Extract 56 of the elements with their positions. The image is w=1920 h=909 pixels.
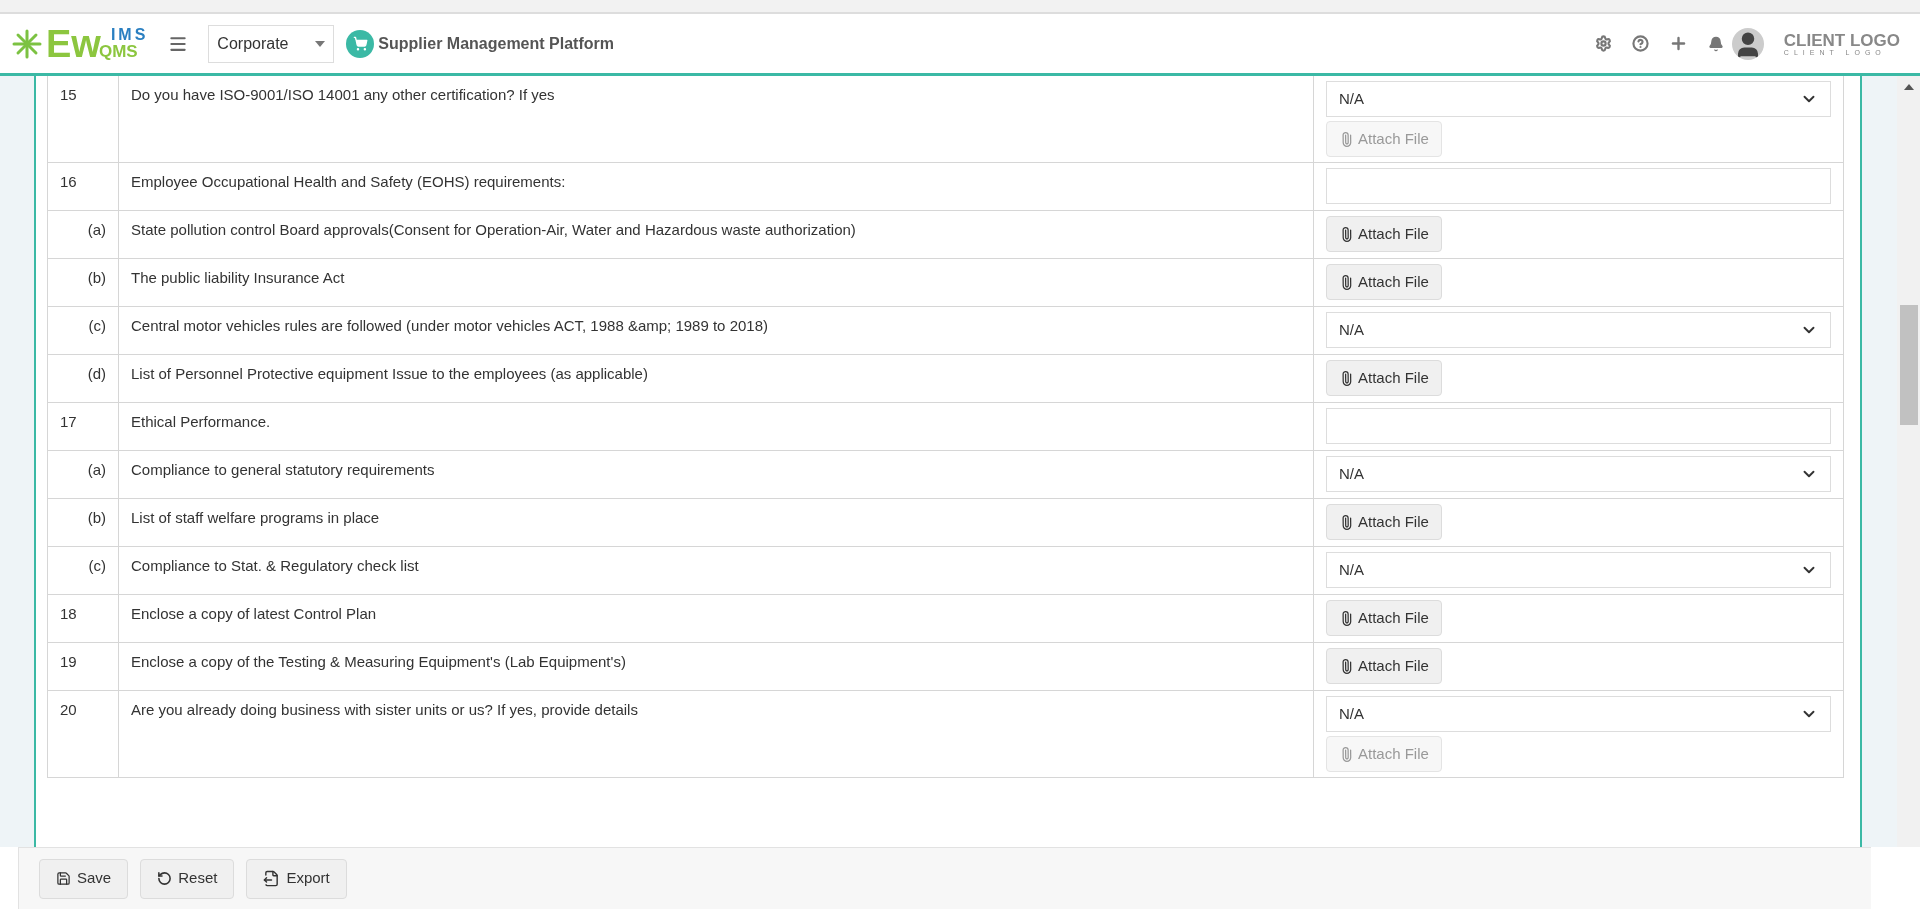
answer-select[interactable]: N/A	[1326, 456, 1831, 492]
cart-icon	[346, 29, 375, 58]
question-text: Ethical Performance.	[119, 403, 1314, 450]
question-text: Central motor vehicles rules are followed (under motor vehicles ACT, 1988 &amp; 1989 to 2018)	[119, 307, 1314, 354]
question-text: Compliance to Stat. & Regulatory check list	[119, 547, 1314, 594]
question-text: List of staff welfare programs in place	[119, 499, 1314, 546]
row-number: (a)	[48, 211, 119, 258]
row-number: 19	[48, 643, 119, 690]
answer-select[interactable]: N/A	[1326, 312, 1831, 348]
avatar-icon[interactable]	[1731, 27, 1764, 60]
input-field[interactable]	[1326, 168, 1831, 204]
row-number: (d)	[48, 355, 119, 402]
attach-file-button[interactable]: Attach File	[1326, 600, 1442, 636]
question-text: Enclose a copy of the Testing & Measuring Equipment's (Lab Equipment's)	[119, 643, 1314, 690]
question-text: Are you already doing business with sister units or us? If yes, provide details	[119, 691, 1314, 777]
undo-icon	[157, 871, 173, 886]
bell-icon[interactable]	[1707, 35, 1724, 52]
save-button[interactable]: Save	[39, 858, 129, 899]
answer-select[interactable]: N/A	[1326, 81, 1831, 117]
help-icon[interactable]	[1631, 35, 1649, 52]
row-number: 20	[48, 691, 119, 777]
question-text: The public liability Insurance Act	[119, 259, 1314, 306]
settings-icon[interactable]	[1594, 35, 1612, 52]
attach-file-button[interactable]: Attach File	[1326, 504, 1442, 540]
reset-button[interactable]: Reset	[140, 858, 235, 899]
row-number: 15	[48, 76, 119, 162]
row-number: (c)	[48, 307, 119, 354]
attach-file-button[interactable]: Attach File	[1326, 648, 1442, 684]
question-text: Compliance to general statutory requirements	[119, 451, 1314, 498]
answer-select[interactable]: N/A	[1326, 552, 1831, 588]
row-number: (b)	[48, 499, 119, 546]
input-field[interactable]	[1326, 408, 1831, 444]
scrollbar[interactable]	[1897, 76, 1920, 847]
export-button[interactable]: Export	[246, 858, 347, 899]
attach-file-button[interactable]: Attach File	[1326, 264, 1442, 300]
row-number: 16	[48, 163, 119, 210]
asterisk-icon	[12, 28, 42, 59]
attach-file-button[interactable]: Attach File	[1326, 360, 1442, 396]
file-export-icon	[263, 870, 281, 887]
row-number: (b)	[48, 259, 119, 306]
module-title: Supplier Management Platform	[378, 33, 614, 54]
unit-select[interactable]: Corporate	[208, 24, 335, 63]
scroll-up-icon[interactable]	[1903, 84, 1914, 90]
caret-down-icon	[315, 40, 326, 47]
attach-file-button[interactable]: Attach File	[1326, 216, 1442, 252]
row-number: (a)	[48, 451, 119, 498]
question-text: Do you have ISO-9001/ISO 14001 any other certification? If yes	[119, 76, 1314, 162]
question-text: State pollution control Board approvals(Consent for Operation-Air, Water and Hazardous waste authorization)	[119, 211, 1314, 258]
scrollbar-thumb[interactable]	[1899, 305, 1918, 425]
row-number: 18	[48, 595, 119, 642]
question-text: Employee Occupational Health and Safety (EOHS) requirements:	[119, 163, 1314, 210]
answer-select[interactable]: N/A	[1326, 696, 1831, 732]
question-text: Enclose a copy of latest Control Plan	[119, 595, 1314, 642]
question-text: List of Personnel Protective equipment Issue to the employees (as applicable)	[119, 355, 1314, 402]
row-number: 17	[48, 403, 119, 450]
row-number: (c)	[48, 547, 119, 594]
